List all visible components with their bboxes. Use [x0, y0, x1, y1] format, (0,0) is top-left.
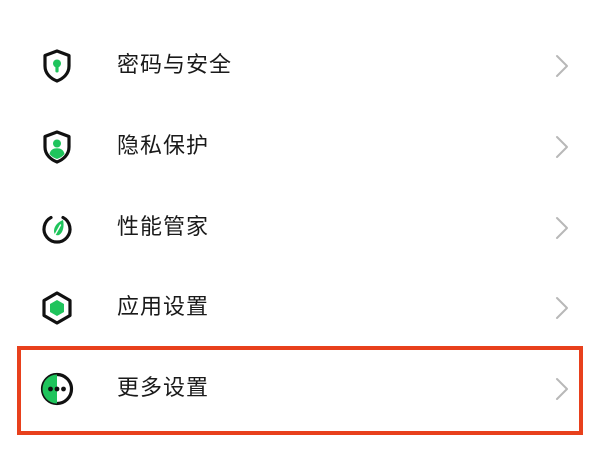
settings-item-label: 更多设置: [117, 376, 210, 401]
settings-item-more-settings[interactable]: 更多设置: [0, 349, 600, 429]
shield-lock-icon: [39, 48, 75, 84]
chevron-right-icon: [554, 377, 570, 401]
settings-item-privacy[interactable]: 隐私保护: [0, 107, 600, 187]
chevron-right-icon: [554, 135, 570, 159]
settings-list: 密码与安全 隐私保护 性能管家 应用设置 更多设置: [0, 0, 600, 450]
app-hexagon-icon: [39, 290, 75, 326]
settings-item-label: 隐私保护: [117, 134, 210, 159]
settings-item-password-security[interactable]: 密码与安全: [0, 26, 600, 106]
settings-item-label: 应用设置: [117, 295, 210, 320]
shield-person-icon: [39, 129, 75, 165]
settings-item-label: 性能管家: [117, 215, 210, 240]
performance-leaf-icon: [39, 210, 75, 246]
chevron-right-icon: [554, 296, 570, 320]
chevron-right-icon: [554, 216, 570, 240]
settings-item-performance[interactable]: 性能管家: [0, 188, 600, 268]
more-dots-icon: [39, 371, 75, 407]
chevron-right-icon: [554, 54, 570, 78]
settings-item-label: 密码与安全: [117, 53, 233, 78]
settings-item-app-settings[interactable]: 应用设置: [0, 268, 600, 348]
